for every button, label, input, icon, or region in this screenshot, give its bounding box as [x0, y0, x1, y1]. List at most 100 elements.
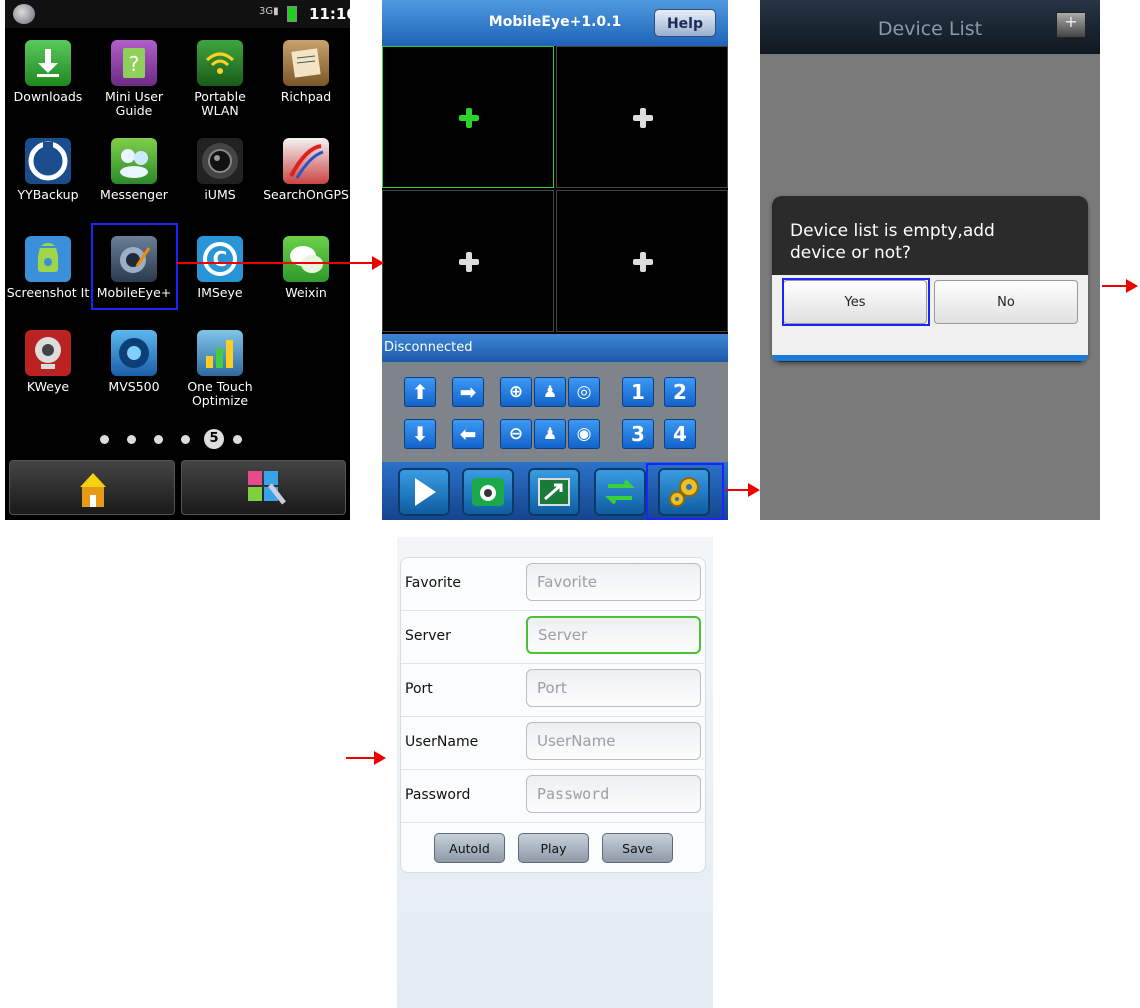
- field-label: Port: [405, 681, 433, 697]
- device-list-screen: Device List + Device list is empty,add d…: [760, 0, 1100, 520]
- play-button[interactable]: [398, 468, 450, 516]
- arrow-icon: [1102, 279, 1138, 293]
- app-weixin[interactable]: Weixin: [263, 236, 349, 300]
- avatar: [13, 4, 35, 24]
- iris-open-icon[interactable]: ◎: [568, 377, 600, 407]
- field-label: Favorite: [405, 575, 461, 591]
- port-input[interactable]: Port: [526, 669, 701, 707]
- snapshot-button[interactable]: [462, 468, 514, 516]
- home-button[interactable]: [9, 460, 175, 515]
- favorite-input[interactable]: Favorite: [526, 563, 701, 601]
- webcam-icon: [25, 330, 71, 376]
- iris-close-icon[interactable]: ◉: [568, 419, 600, 449]
- widgets-button[interactable]: [181, 460, 346, 515]
- app-mini-user-guide[interactable]: ? Mini User Guide: [91, 40, 177, 118]
- app-label: Screenshot It: [6, 285, 90, 300]
- dialog-message: Device list is empty,add device or not?: [790, 221, 995, 263]
- app-imseye[interactable]: C IMSeye: [177, 236, 263, 300]
- play-icon: [415, 478, 436, 506]
- app-label: Portable WLAN: [194, 89, 246, 118]
- preset-2-button[interactable]: 2: [664, 377, 696, 407]
- zoom-in-icon[interactable]: ⊕: [500, 377, 532, 407]
- notepad-icon: [283, 40, 329, 86]
- arrow-left-icon[interactable]: ⬅: [452, 419, 484, 449]
- app-label: iUMS: [204, 187, 236, 202]
- arrow-icon: [726, 483, 760, 497]
- video-cell-1[interactable]: [382, 46, 554, 188]
- status-bar: [5, 0, 350, 28]
- preset-1-button[interactable]: 1: [622, 377, 654, 407]
- switch-icon: [605, 479, 635, 505]
- app-label: IMSeye: [197, 285, 243, 300]
- autoid-button[interactable]: AutoId: [434, 833, 505, 863]
- focus-far-icon[interactable]: ♟: [534, 419, 566, 449]
- highlight-settings-button: [646, 463, 724, 520]
- form-row-server: Server Server: [401, 610, 706, 664]
- app-kweye[interactable]: KWeye: [5, 330, 91, 394]
- add-device-icon[interactable]: +: [1056, 12, 1086, 38]
- form-row-favorite: Favorite Favorite: [401, 557, 706, 611]
- app-label: Messenger: [100, 187, 168, 202]
- camera-lens-icon: [197, 138, 243, 184]
- zoom-out-icon[interactable]: ⊖: [500, 419, 532, 449]
- app-richpad[interactable]: Richpad: [263, 40, 349, 104]
- page-indicator[interactable]: 5: [100, 429, 260, 449]
- gps-icon: [283, 138, 329, 184]
- play-button[interactable]: Play: [518, 833, 589, 863]
- gallery-button[interactable]: [528, 468, 580, 516]
- field-label: Server: [405, 628, 451, 644]
- app-label: KWeye: [26, 379, 70, 394]
- android-icon: [25, 236, 71, 282]
- password-input[interactable]: Password: [526, 775, 701, 813]
- app-label: SearchOnGPS: [263, 187, 349, 202]
- signal-icon: 3G▮: [259, 6, 279, 17]
- highlight-yes-button: [782, 278, 930, 326]
- app-label: Weixin: [285, 285, 327, 300]
- app-screenshot-it[interactable]: Screenshot It: [5, 236, 91, 300]
- device-list-title: Device List: [877, 18, 983, 40]
- c-logo-icon: C: [197, 236, 243, 282]
- preset-4-button[interactable]: 4: [664, 419, 696, 449]
- chat-bubble-icon: [283, 236, 329, 282]
- ptz-control-panel: ⬆ ➡ ⊕ ♟ ◎ 1 2 ⬇ ⬅ ⊖ ♟ ◉ 3 4: [382, 362, 728, 462]
- video-cell-2[interactable]: [556, 46, 728, 188]
- app-iums[interactable]: iUMS: [177, 138, 263, 202]
- preset-3-button[interactable]: 3: [622, 419, 654, 449]
- arrow-icon: [346, 751, 386, 765]
- app-mvs500[interactable]: MVS500: [91, 330, 177, 394]
- video-cell-4[interactable]: [556, 190, 728, 332]
- arrow-right-icon[interactable]: ➡: [452, 377, 484, 407]
- status-clock: 11:16: [309, 5, 350, 23]
- app-one-touch-optimize[interactable]: One Touch Optimize: [177, 330, 263, 408]
- focus-near-icon[interactable]: ♟: [534, 377, 566, 407]
- app-searchongps[interactable]: SearchOnGPS: [263, 138, 349, 202]
- mobileeye-screen: MobileEye+1.0.1 Help Disconnected ⬆ ➡ ⊕ …: [382, 0, 728, 520]
- lens-icon: [111, 330, 157, 376]
- arrow-up-icon[interactable]: ⬆: [404, 377, 436, 407]
- app-label: Mini User Guide: [104, 89, 164, 118]
- app-yybackup[interactable]: YYBackup: [5, 138, 91, 202]
- current-page-dot[interactable]: 5: [204, 429, 224, 449]
- app-label: MVS500: [108, 379, 160, 394]
- server-input[interactable]: Server: [526, 616, 701, 654]
- arrow-down-icon[interactable]: ⬇: [404, 419, 436, 449]
- messenger-icon: [111, 138, 157, 184]
- app-label: Downloads: [13, 89, 83, 104]
- page-dot[interactable]: [154, 435, 163, 444]
- app-portable-wlan[interactable]: Portable WLAN: [177, 40, 263, 118]
- app-downloads[interactable]: Downloads: [5, 40, 91, 104]
- page-dot[interactable]: [127, 435, 136, 444]
- app-label: Richpad: [280, 89, 332, 104]
- field-label: Password: [405, 787, 471, 803]
- no-button[interactable]: No: [934, 280, 1078, 324]
- username-input[interactable]: UserName: [526, 722, 701, 760]
- switch-button[interactable]: [594, 468, 646, 516]
- form-row-username: UserName UserName: [401, 716, 706, 770]
- page-dot[interactable]: [181, 435, 190, 444]
- page-dot[interactable]: [233, 435, 242, 444]
- page-dot[interactable]: [100, 435, 109, 444]
- save-button[interactable]: Save: [602, 833, 673, 863]
- help-button[interactable]: Help: [654, 9, 716, 37]
- video-cell-3[interactable]: [382, 190, 554, 332]
- app-messenger[interactable]: Messenger: [91, 138, 177, 202]
